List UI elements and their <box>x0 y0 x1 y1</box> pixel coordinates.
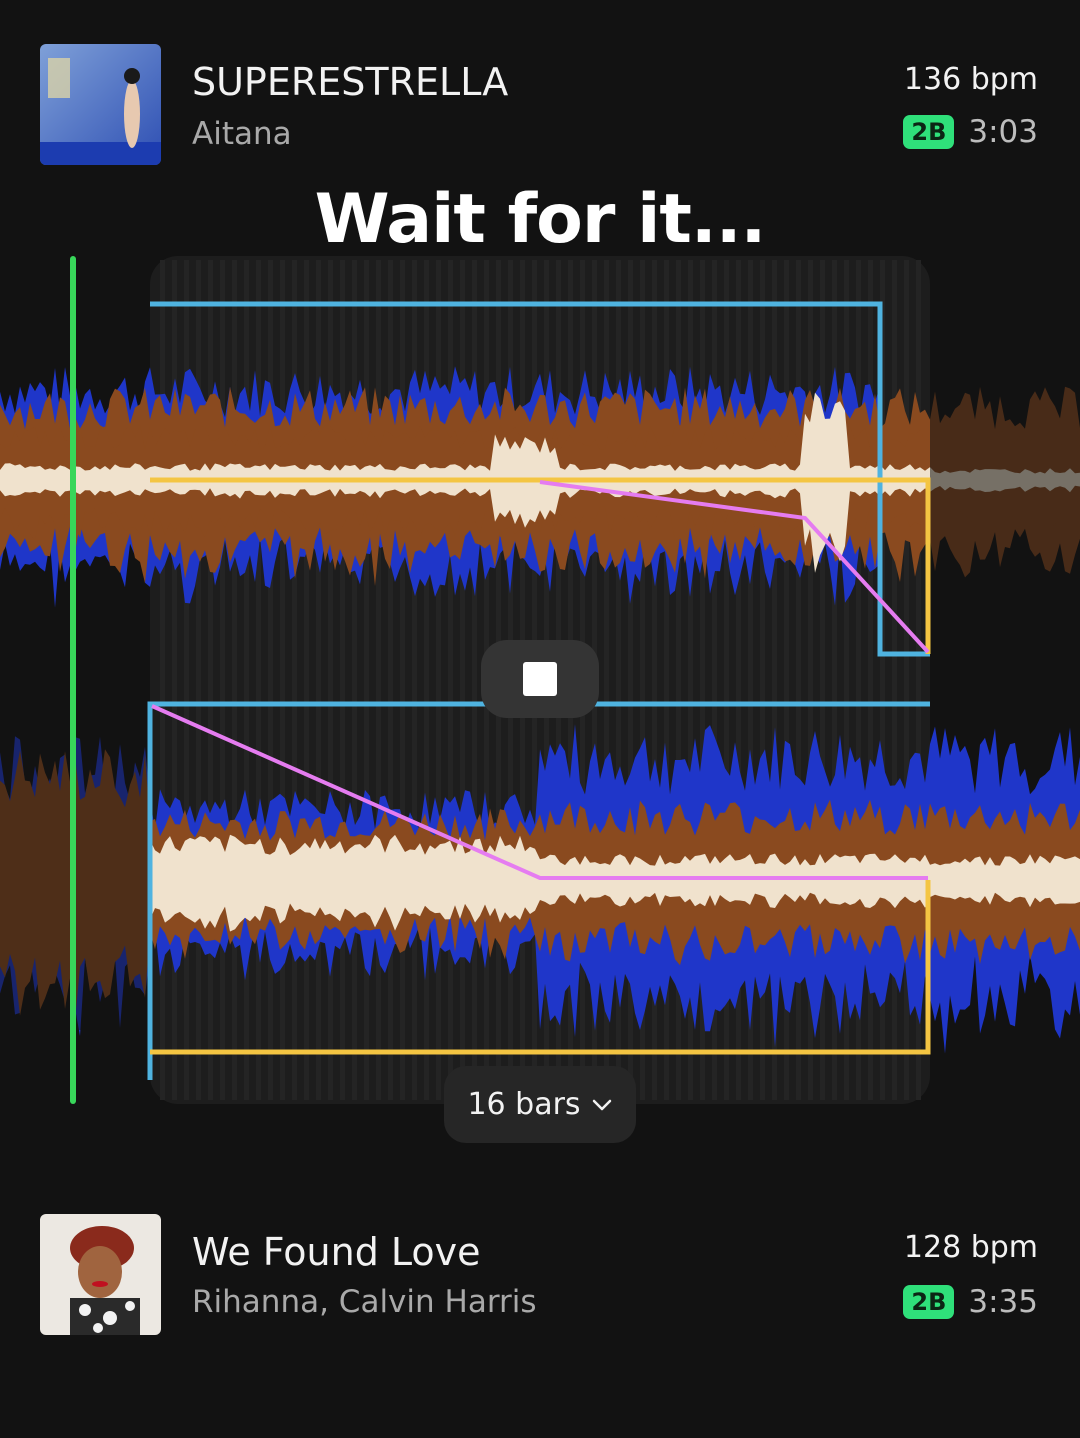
track-meta: 2B 3:03 <box>903 114 1038 150</box>
track-duration: 3:03 <box>968 114 1038 150</box>
track-bpm: 136 bpm <box>903 62 1038 97</box>
stop-button[interactable] <box>481 640 599 718</box>
track-duration: 3:35 <box>968 1284 1038 1320</box>
track-meta: 2B 3:35 <box>903 1284 1038 1320</box>
key-badge: 2B <box>903 115 955 149</box>
transition-length-label: 16 bars <box>467 1087 581 1122</box>
transition-length-button[interactable]: 16 bars <box>444 1066 636 1143</box>
track-title: We Found Love <box>192 1230 481 1274</box>
track-artist: Aitana <box>192 116 292 152</box>
album-art-current <box>40 44 161 165</box>
key-badge: 2B <box>903 1285 955 1319</box>
chevron-down-icon <box>592 1099 611 1110</box>
deck-a-outside-shade <box>930 370 1080 590</box>
track-artist: Rihanna, Calvin Harris <box>192 1284 537 1320</box>
stop-icon <box>523 662 557 696</box>
playhead[interactable] <box>70 256 76 1104</box>
next-track[interactable]: We Found Love Rihanna, Calvin Harris 128… <box>40 1214 1040 1336</box>
track-bpm: 128 bpm <box>903 1230 1038 1265</box>
track-title: SUPERESTRELLA <box>192 60 509 104</box>
now-playing-track[interactable]: SUPERESTRELLA Aitana 136 bpm 2B 3:03 <box>40 44 1040 166</box>
album-art-next <box>40 1214 161 1335</box>
status-message: Wait for it... <box>314 180 767 259</box>
